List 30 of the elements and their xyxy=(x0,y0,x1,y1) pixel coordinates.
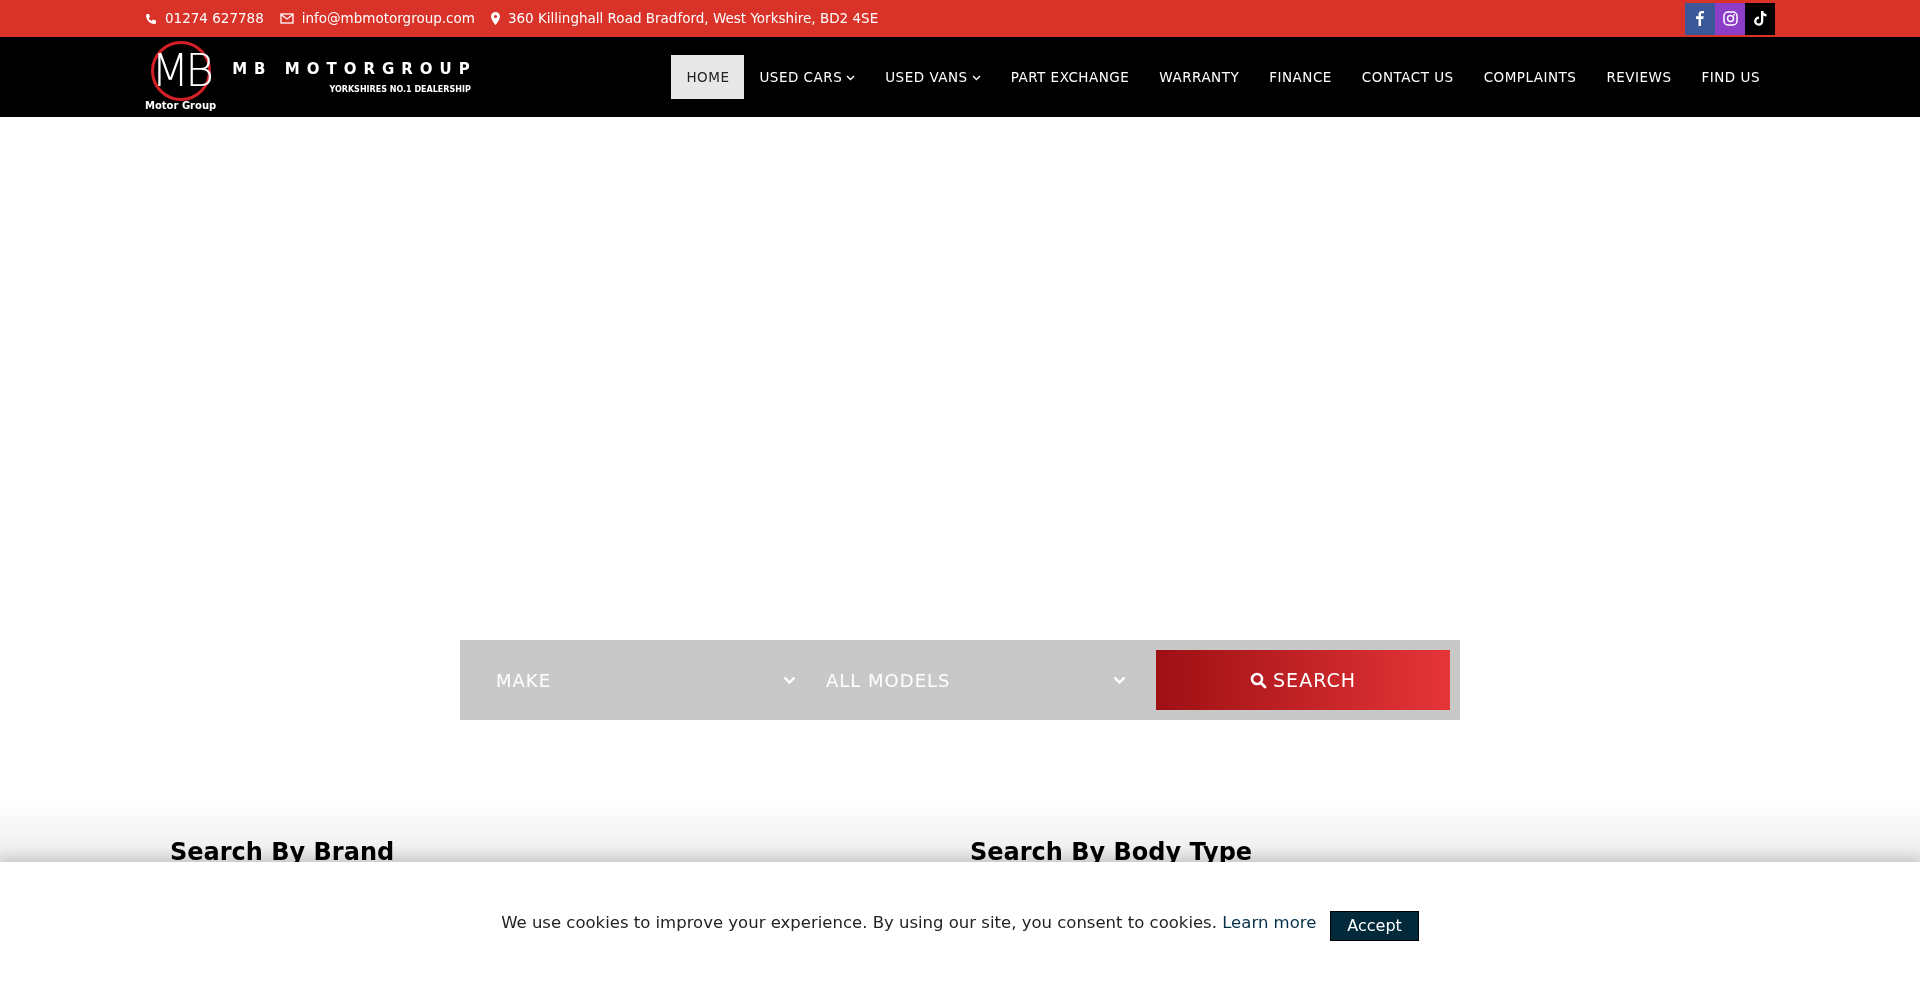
tiktok-icon[interactable] xyxy=(1745,2,1775,35)
phone-link[interactable]: 01274 627788 xyxy=(165,8,264,29)
nav-link[interactable]: COMPLAINTS xyxy=(1468,54,1592,100)
nav-link[interactable]: USED VANS xyxy=(870,54,996,100)
nav-link[interactable]: HOME xyxy=(671,54,745,100)
map-pin-icon xyxy=(490,12,500,25)
search-button[interactable]: SEARCH xyxy=(1156,650,1450,710)
cookie-message: We use cookies to improve your experience. By using our site, you consent to cookies. xyxy=(501,913,1217,932)
chevron-down-icon xyxy=(1113,675,1126,685)
nav-link[interactable]: FINANCE xyxy=(1254,54,1347,100)
nav-link[interactable]: REVIEWS xyxy=(1591,54,1687,100)
logo-name: MB MOTORGROUP xyxy=(232,58,477,80)
logo-subtitle: Motor Group xyxy=(145,99,217,113)
phone-icon xyxy=(145,12,157,25)
instagram-icon[interactable] xyxy=(1715,2,1745,35)
email-link[interactable]: info@mbmotorgroup.com xyxy=(301,8,475,29)
logo-tagline: YORKSHIRES NO.1 DEALERSHIP xyxy=(329,84,471,97)
learn-more-link[interactable]: Learn more xyxy=(1222,913,1317,932)
nav-link[interactable]: WARRANTY xyxy=(1144,54,1255,100)
nav-link[interactable]: USED CARS xyxy=(744,54,871,100)
nav-link[interactable]: PART EXCHANGE xyxy=(995,54,1145,100)
facebook-icon[interactable] xyxy=(1685,2,1715,35)
accept-button[interactable]: Accept xyxy=(1330,911,1419,941)
email-icon xyxy=(279,13,294,24)
nav-link[interactable]: FIND US xyxy=(1686,54,1775,100)
chevron-down-icon xyxy=(783,675,796,685)
address-text: 360 Killinghall Road Bradford, West Yorkshire, BD2 4SE xyxy=(507,9,879,29)
search-icon xyxy=(1250,671,1268,689)
section-heading: Search By Brand xyxy=(170,838,396,867)
nav-link[interactable]: CONTACT US xyxy=(1346,54,1469,100)
